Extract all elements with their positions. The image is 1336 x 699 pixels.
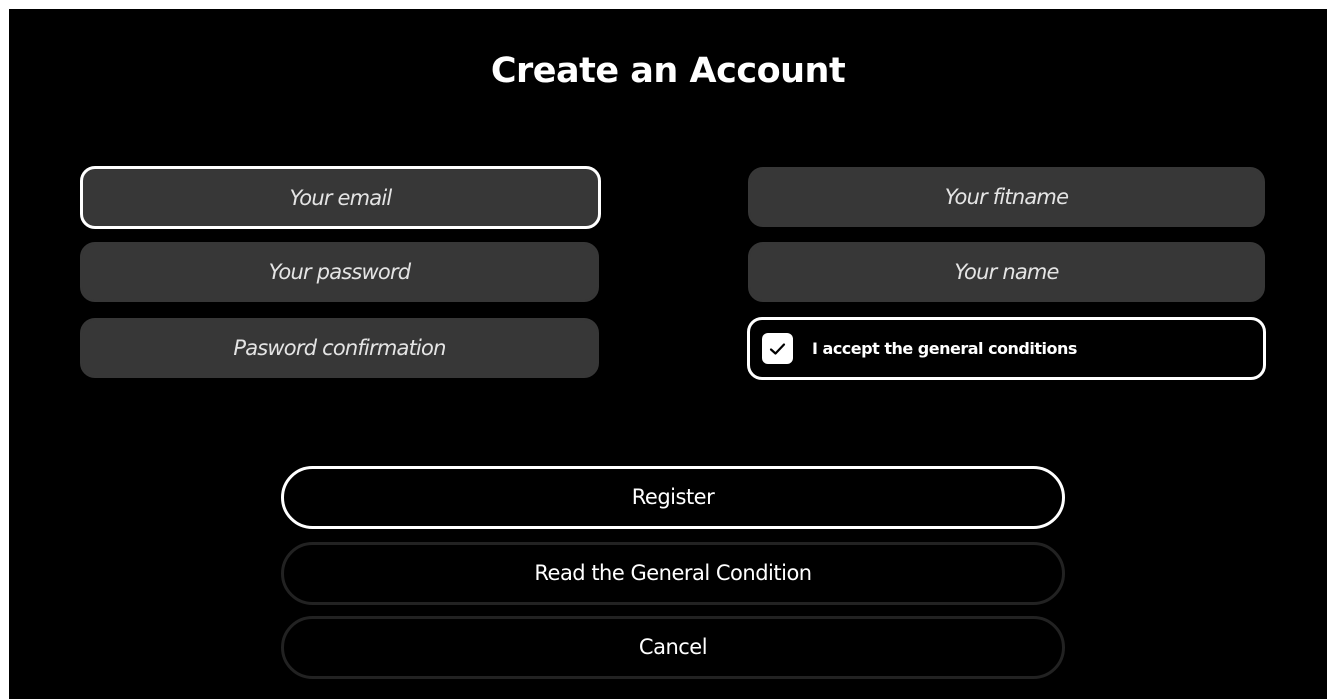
page-title: Create an Account xyxy=(490,51,846,91)
email-input[interactable] xyxy=(80,166,601,229)
firstname-input[interactable] xyxy=(748,167,1265,227)
create-account-screen: Create an Account I accept the general c… xyxy=(9,9,1327,699)
checkmark-icon xyxy=(769,342,786,355)
cancel-button[interactable]: Cancel xyxy=(281,616,1065,679)
accept-conditions-label: I accept the general conditions xyxy=(812,339,1077,358)
name-input[interactable] xyxy=(748,242,1265,302)
read-general-condition-button[interactable]: Read the General Condition xyxy=(281,542,1065,605)
password-confirmation-input[interactable] xyxy=(80,318,599,378)
accept-conditions-row[interactable]: I accept the general conditions xyxy=(747,317,1266,380)
register-button[interactable]: Register xyxy=(281,466,1065,529)
password-input[interactable] xyxy=(80,242,599,302)
accept-conditions-checkbox[interactable] xyxy=(762,333,793,364)
